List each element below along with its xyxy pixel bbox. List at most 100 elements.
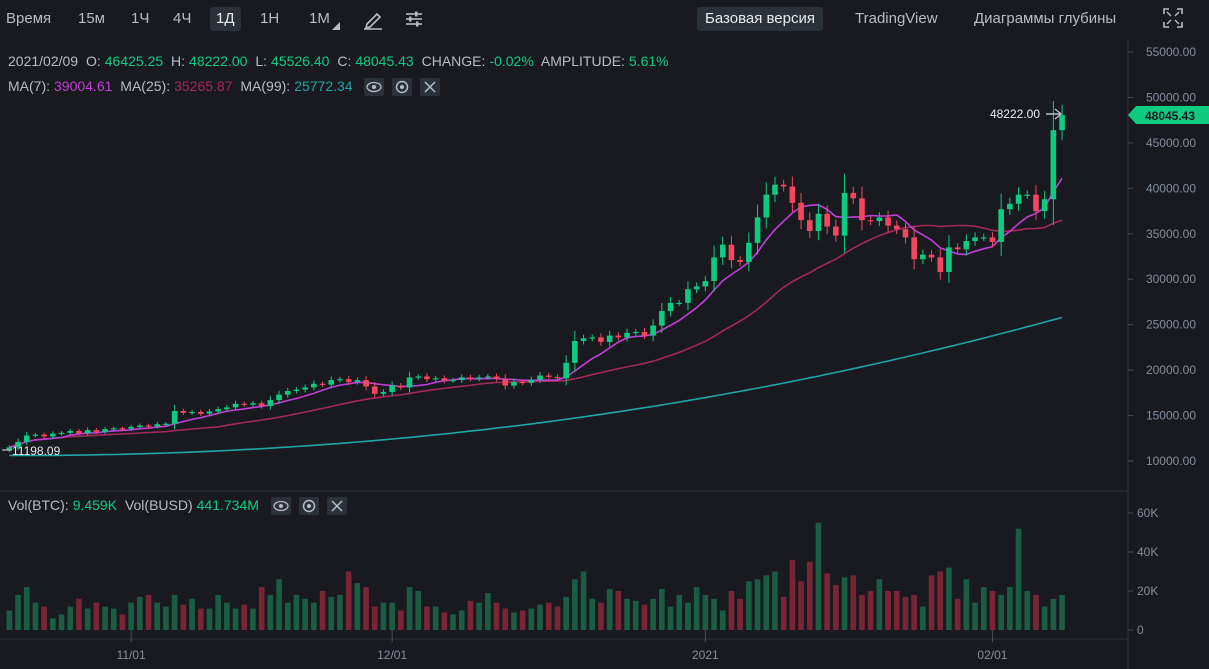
- volume-bar: [702, 594, 709, 630]
- volume-bar: [954, 598, 961, 630]
- candle-body: [519, 381, 526, 384]
- high-marker-label: 48222.00: [990, 107, 1040, 121]
- volume-bar: [84, 608, 91, 630]
- amplitude-label: AMPLITUDE:: [540, 53, 625, 69]
- candle-body: [311, 383, 317, 388]
- volume-bar: [502, 608, 509, 630]
- candle-body: [180, 411, 187, 413]
- candle-body: [1041, 199, 1048, 212]
- candle-body: [406, 377, 413, 388]
- candle-body: [746, 242, 752, 262]
- volume-bar: [197, 608, 204, 630]
- volume-bar: [163, 606, 169, 630]
- candle-body: [84, 430, 91, 434]
- volume-bar: [554, 606, 561, 630]
- volume-bar: [911, 594, 917, 630]
- candle-body: [563, 362, 569, 379]
- ma-visibility-button[interactable]: [364, 78, 385, 97]
- candle-body: [250, 403, 256, 405]
- close-icon: [424, 81, 437, 93]
- volume-bar: [1015, 528, 1022, 630]
- volume-bar: [580, 571, 587, 630]
- candle-body: [1015, 194, 1022, 204]
- volume-bar: [389, 602, 395, 630]
- candle-body: [554, 376, 561, 379]
- candle-body: [937, 257, 944, 272]
- price-tick-label: 30000.00: [1146, 272, 1196, 286]
- volume-bar: [50, 618, 56, 630]
- candle-body: [685, 289, 691, 303]
- vol-settings-button[interactable]: [298, 497, 319, 516]
- candle-body: [598, 337, 604, 342]
- volume-bar: [1050, 598, 1057, 630]
- candle-body: [197, 411, 204, 414]
- candle-body: [954, 247, 961, 250]
- candle-body: [1033, 194, 1039, 212]
- time-tick-label: 11/01: [117, 648, 146, 662]
- candle-body: [502, 378, 509, 386]
- ma7-value: 39004.61: [54, 78, 113, 94]
- volume-bar: [615, 591, 622, 630]
- candle-body: [920, 254, 926, 260]
- vol-visibility-button[interactable]: [270, 497, 291, 516]
- volume-bar: [128, 602, 134, 630]
- candle-body: [432, 378, 439, 380]
- candle-body: [450, 380, 456, 382]
- volume-bar: [980, 587, 987, 630]
- volume-bar: [23, 587, 30, 630]
- candle-body: [380, 391, 387, 394]
- candle-body: [476, 377, 482, 379]
- volume-bar: [920, 606, 926, 630]
- volume-bar: [841, 577, 848, 630]
- volume-bar: [224, 602, 230, 630]
- volume-bar: [937, 571, 944, 630]
- volume-bar: [458, 610, 465, 630]
- volume-bar: [850, 575, 857, 630]
- volume-bar: [624, 598, 630, 630]
- volume-bar: [902, 596, 909, 630]
- candle-body: [102, 429, 108, 432]
- candle-body: [780, 184, 787, 187]
- candle-body: [580, 338, 587, 342]
- candle-body: [493, 376, 500, 379]
- candle-body: [998, 209, 1004, 242]
- ma-settings-button[interactable]: [392, 78, 413, 97]
- candle-body: [424, 376, 430, 380]
- volume-bar: [719, 610, 726, 630]
- volume-bar: [380, 602, 387, 630]
- volume-bar: [241, 604, 248, 630]
- candle-body: [154, 424, 161, 427]
- candle-body: [528, 379, 535, 383]
- volume-bar: [928, 575, 935, 630]
- candle-body: [145, 425, 152, 427]
- volume-bar: [737, 598, 743, 630]
- close-label: C:: [337, 53, 352, 69]
- volume-bar: [711, 598, 717, 630]
- volume-bar: [563, 596, 569, 630]
- volume-bar: [1041, 606, 1048, 630]
- candle-body: [319, 383, 326, 385]
- volume-bar: [763, 575, 770, 630]
- close-value: 48045.43: [355, 53, 414, 69]
- ma-close-button[interactable]: [420, 78, 441, 97]
- candle-body: [928, 254, 935, 258]
- vol-close-button[interactable]: [326, 497, 347, 516]
- candle-body: [398, 385, 404, 388]
- candle-body: [641, 331, 648, 336]
- volume-bar: [833, 585, 839, 630]
- volume-bar: [746, 581, 752, 630]
- candle-body: [67, 431, 74, 433]
- volume-bar: [972, 602, 978, 630]
- candle-body: [893, 225, 900, 230]
- price-tick-label: 15000.00: [1146, 409, 1196, 423]
- candle-body: [632, 331, 639, 334]
- volume-bar: [528, 608, 535, 630]
- candlestick-chart[interactable]: 55000.00 50000.00 45000.00 40000.00 35000.00…: [0, 0, 1209, 669]
- volume-tick-label: 20K: [1137, 584, 1158, 598]
- candle-body: [841, 192, 848, 236]
- price-tick-label: 10000.00: [1146, 454, 1196, 468]
- volume-bar: [867, 591, 874, 630]
- candle-body: [719, 244, 726, 258]
- candle-body: [659, 311, 665, 326]
- volume-bar: [267, 594, 274, 630]
